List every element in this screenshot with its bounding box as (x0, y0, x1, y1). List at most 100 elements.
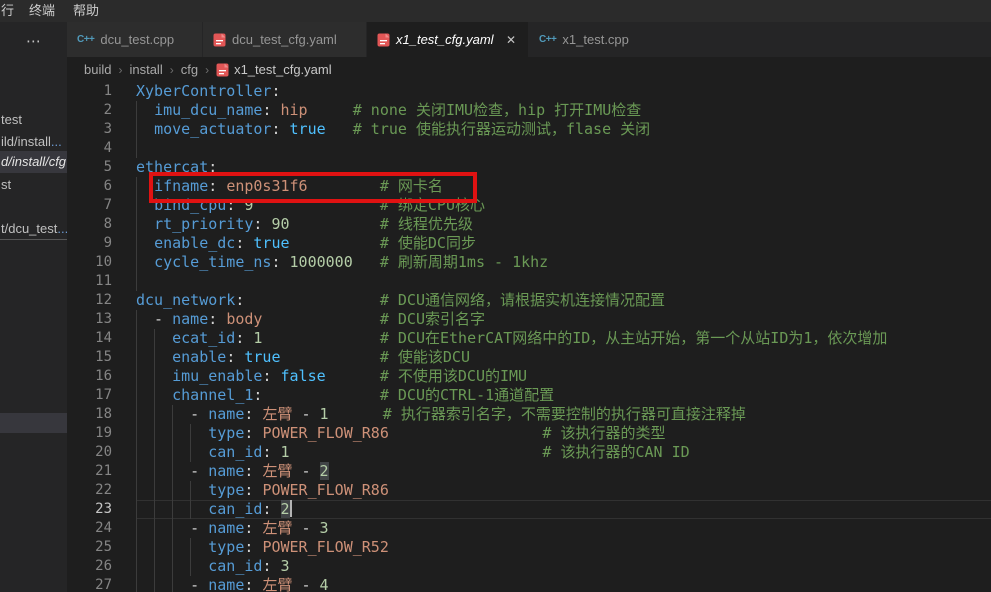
line-number: 4 (67, 139, 136, 158)
code-line[interactable]: 5ethercat: (67, 158, 991, 177)
sidebar-item-test[interactable]: test (0, 110, 67, 130)
code-token: - (292, 519, 319, 537)
code-line[interactable]: 20 can_id: 1 # 该执行器的CAN ID (67, 443, 991, 462)
more-actions-icon[interactable]: ⋯ (26, 32, 42, 50)
sidebar-item-install-cfg-selected[interactable]: d/install/cfg (0, 151, 67, 173)
code-token: XyberController (136, 82, 271, 100)
code-token: true (290, 120, 326, 138)
code-line[interactable]: 21 - name: 左臂 - 2 (67, 462, 991, 481)
code-token: hip (281, 101, 308, 119)
code-token: dcu_network (136, 291, 235, 309)
code-line[interactable]: 27 - name: 左臂 - 4 (67, 576, 991, 592)
sidebar-item-install[interactable]: ild/install... (0, 132, 67, 152)
line-number: 22 (67, 481, 136, 500)
line-number: 15 (67, 348, 136, 367)
indent-guide (154, 500, 155, 519)
code-token: : (226, 348, 244, 366)
code-line[interactable]: 23 can_id: 2 (67, 500, 991, 519)
menu-item-help[interactable]: 帮助 (64, 0, 108, 22)
code-editor[interactable]: 1XyberController:2 imu_dcu_name: hip # n… (67, 82, 991, 592)
sidebar-selected-row[interactable] (0, 413, 67, 433)
code-line[interactable]: 13 - name: body # DCU索引名字 (67, 310, 991, 329)
tab-bar: C++ dcu_test.cpp dcu_test_cfg.yaml x1_te… (67, 22, 991, 57)
code-token (136, 253, 154, 271)
code-token: can_id (208, 557, 262, 575)
code-token: 左臂 (262, 462, 292, 480)
breadcrumb-segment-build[interactable]: build (84, 62, 111, 77)
code-token: name (208, 405, 244, 423)
sidebar-item-st[interactable]: st (0, 175, 67, 195)
code-token: # DCU的CTRL-1通道配置 (380, 386, 554, 404)
breadcrumb-file-label: x1_test_cfg.yaml (234, 62, 332, 77)
breadcrumb-segment-cfg[interactable]: cfg (181, 62, 198, 77)
code-token: # DCU索引名字 (380, 310, 485, 328)
tab-dcu-test-cfg-yaml[interactable]: dcu_test_cfg.yaml (203, 22, 367, 57)
code-line[interactable]: 1XyberController: (67, 82, 991, 101)
tab-label: x1_test.cpp (562, 32, 629, 47)
line-number: 11 (67, 272, 136, 291)
indent-guide (136, 500, 137, 519)
indent-guide (172, 405, 173, 424)
code-token: 1 (281, 443, 290, 461)
line-number: 25 (67, 538, 136, 557)
code-line[interactable]: 8 rt_priority: 90 # 线程优先级 (67, 215, 991, 234)
code-token: POWER_FLOW_R86 (262, 424, 388, 442)
chevron-right-icon: › (118, 63, 122, 77)
cpp-file-icon: C++ (539, 34, 556, 45)
code-line[interactable]: 11 (67, 272, 991, 291)
indent-guide (154, 462, 155, 481)
code-token: enable_dc (154, 234, 235, 252)
code-token (262, 310, 379, 328)
code-token: imu_enable (172, 367, 262, 385)
close-icon[interactable]: ✕ (504, 33, 518, 47)
code-token: can_id (208, 443, 262, 461)
code-token: ethercat (136, 158, 208, 176)
code-line[interactable]: 7 bind_cpu: 9 # 绑定CPU核心 (67, 196, 991, 215)
sidebar-item-label: st (1, 177, 11, 192)
indent-guide (136, 272, 137, 291)
code-token: : (244, 462, 262, 480)
code-token: type (208, 538, 244, 556)
code-line[interactable]: 18 - name: 左臂 - 1 # 执行器索引名字，不需要控制的执行器可直接… (67, 405, 991, 424)
code-line[interactable]: 15 enable: true # 使能该DCU (67, 348, 991, 367)
indent-guide (154, 424, 155, 443)
code-token: : (262, 443, 280, 461)
breadcrumb-file[interactable]: x1_test_cfg.yaml (216, 62, 332, 77)
code-token (389, 424, 543, 442)
code-line[interactable]: 19 type: POWER_FLOW_R86 # 该执行器的类型 (67, 424, 991, 443)
code-line[interactable]: 25 type: POWER_FLOW_R52 (67, 538, 991, 557)
code-line[interactable]: 16 imu_enable: false # 不使用该DCU的IMU (67, 367, 991, 386)
code-line[interactable]: 24 - name: 左臂 - 3 (67, 519, 991, 538)
code-token: enable (172, 348, 226, 366)
code-token (281, 348, 380, 366)
code-line[interactable]: 3 move_actuator: true # true 使能执行器运动测试，f… (67, 120, 991, 139)
code-line[interactable]: 26 can_id: 3 (67, 557, 991, 576)
indent-guide (136, 538, 137, 557)
menu-item-terminal[interactable]: 终端 (20, 0, 64, 22)
code-line[interactable]: 12dcu_network: # DCU通信网络，请根据实机连接情况配置 (67, 291, 991, 310)
code-token: false (281, 367, 326, 385)
line-number: 2 (67, 101, 136, 120)
code-line[interactable]: 2 imu_dcu_name: hip # none 关闭IMU检查，hip 打… (67, 101, 991, 120)
menu-item-run[interactable]: 行 (0, 0, 20, 22)
code-line[interactable]: 6 ifname: enp0s31f6 # 网卡名 (67, 177, 991, 196)
code-token: 1000000 (290, 253, 353, 271)
line-number: 27 (67, 576, 136, 592)
line-number: 1 (67, 82, 136, 101)
code-line[interactable]: 4 (67, 139, 991, 158)
menu-bar: 行 终端 帮助 (0, 0, 991, 22)
indent-guide (136, 557, 137, 576)
tab-x1-test-cfg-yaml-active[interactable]: x1_test_cfg.yaml ✕ (367, 22, 529, 57)
code-token (326, 367, 380, 385)
code-line[interactable]: 9 enable_dc: true # 使能DC同步 (67, 234, 991, 253)
sidebar-item-label: test (1, 112, 22, 127)
code-line[interactable]: 10 cycle_time_ns: 1000000 # 刷新周期1ms - 1k… (67, 253, 991, 272)
code-line[interactable]: 22 type: POWER_FLOW_R86 (67, 481, 991, 500)
code-line[interactable]: 14 ecat_id: 1 # DCU在EtherCAT网络中的ID，从主站开始… (67, 329, 991, 348)
tab-x1-test-cpp[interactable]: C++ x1_test.cpp (529, 22, 657, 57)
breadcrumb-segment-install[interactable]: install (129, 62, 162, 77)
code-line[interactable]: 17 channel_1: # DCU的CTRL-1通道配置 (67, 386, 991, 405)
tab-dcu-test-cpp[interactable]: C++ dcu_test.cpp (67, 22, 203, 57)
sidebar-item-dcu-test[interactable]: t/dcu_test... (0, 219, 67, 240)
code-token: : (253, 215, 271, 233)
